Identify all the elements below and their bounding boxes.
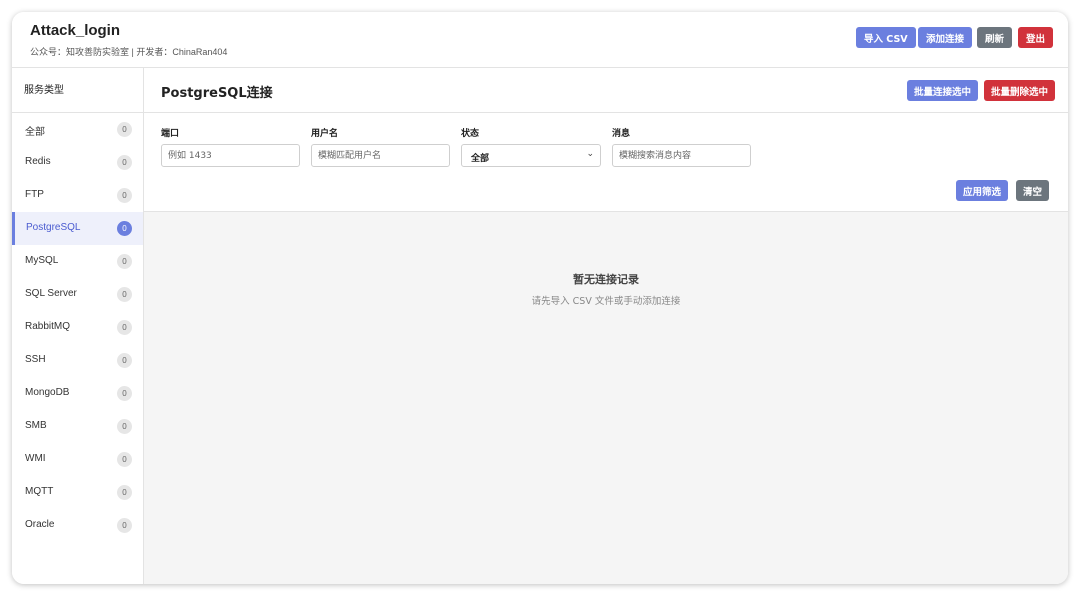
port-label: 端口 [161,129,180,139]
sidebar-item-label: SQL Server [25,288,77,299]
app-subtitle: 公众号：知攻善防实验室 | 开发者：ChinaRan404 [30,47,228,57]
sidebar-item-label: Redis [25,156,51,167]
message-filter-input[interactable] [612,144,751,167]
status-select-value: 全部 [471,154,490,164]
count-badge: 0 [117,188,132,203]
count-badge: 0 [117,485,132,500]
logout-button[interactable]: 登出 [1018,27,1054,48]
add-connection-button[interactable]: 添加连接 [918,27,973,48]
sidebar-title: 服务类型 [12,68,144,113]
message-label: 消息 [612,129,631,139]
sidebar-item-sql-server[interactable]: SQL Server 0 [12,278,143,311]
sidebar-item-label: FTP [25,189,44,200]
sidebar-item-label: PostgreSQL [26,222,81,233]
connection-list-empty-state: 暂无连接记录 请先导入 CSV 文件或手动添加连接 [144,212,1068,584]
sidebar-item-label: RabbitMQ [25,321,71,332]
count-badge: 0 [117,254,132,269]
sidebar-item-label: 全部 [25,127,45,138]
sidebar-item-all[interactable]: 全部 0 [12,113,143,146]
username-label: 用户名 [311,129,339,139]
app-header: Attack_login 公众号：知攻善防实验室 | 开发者：ChinaRan4… [12,12,1068,68]
sidebar-item-mqtt[interactable]: MQTT 0 [12,476,143,509]
import-csv-button[interactable]: 导入 CSV [856,27,916,48]
filter-panel: 端口 用户名 状态 全部 ⌄ 消息 应用筛选 清空 [144,113,1068,212]
sidebar-item-label: Oracle [25,519,55,530]
batch-delete-button[interactable]: 批量删除选中 [984,80,1056,101]
sidebar-item-rabbitmq[interactable]: RabbitMQ 0 [12,311,143,344]
chevron-down-icon: ⌄ [586,149,594,159]
sidebar-item-label: WMI [25,453,46,464]
sidebar-item-mongodb[interactable]: MongoDB 0 [12,377,143,410]
count-badge: 0 [117,518,132,533]
sidebar-item-label: SSH [25,354,46,365]
sidebar-item-label: SMB [25,420,47,431]
batch-connect-button[interactable]: 批量连接选中 [907,80,979,101]
clear-filter-button[interactable]: 清空 [1016,180,1050,201]
sidebar-item-label: MongoDB [25,387,70,398]
main-panel: PostgreSQL连接 批量连接选中 批量删除选中 端口 用户名 状态 全部 … [144,68,1068,584]
count-badge: 0 [117,353,132,368]
count-badge: 0 [117,287,132,302]
sidebar-item-postgresql[interactable]: PostgreSQL 0 [12,212,143,245]
app-window: Attack_login 公众号：知攻善防实验室 | 开发者：ChinaRan4… [12,12,1068,584]
apply-filter-button[interactable]: 应用筛选 [956,180,1009,201]
empty-state-subtitle: 请先导入 CSV 文件或手动添加连接 [531,296,681,307]
count-badge: 0 [117,386,132,401]
sidebar-item-mysql[interactable]: MySQL 0 [12,245,143,278]
app-title: Attack_login [30,22,121,39]
refresh-button[interactable]: 刷新 [977,27,1013,48]
sidebar-item-oracle[interactable]: Oracle 0 [12,509,143,542]
count-badge: 0 [117,155,132,170]
sidebar-item-redis[interactable]: Redis 0 [12,146,143,179]
page-title: PostgreSQL连接 [161,86,273,101]
port-filter-input[interactable] [161,144,300,167]
count-badge: 0 [117,320,132,335]
sidebar-item-label: MySQL [25,255,59,266]
username-filter-input[interactable] [311,144,450,167]
sidebar-item-ftp[interactable]: FTP 0 [12,179,143,212]
sidebar-item-ssh[interactable]: SSH 0 [12,344,143,377]
sidebar-item-label: MQTT [25,486,54,497]
count-badge: 0 [117,452,132,467]
main-header: PostgreSQL连接 批量连接选中 批量删除选中 [144,68,1068,113]
sidebar-item-smb[interactable]: SMB 0 [12,410,143,443]
status-label: 状态 [461,129,480,139]
count-badge: 0 [117,419,132,434]
sidebar-item-wmi[interactable]: WMI 0 [12,443,143,476]
count-badge: 0 [117,221,132,236]
service-type-sidebar: 服务类型 全部 0 Redis 0 FTP 0 PostgreSQL 0 MyS… [12,68,144,584]
count-badge: 0 [117,122,132,137]
empty-state-title: 暂无连接记录 [573,273,639,286]
status-select[interactable]: 全部 ⌄ [461,144,601,167]
